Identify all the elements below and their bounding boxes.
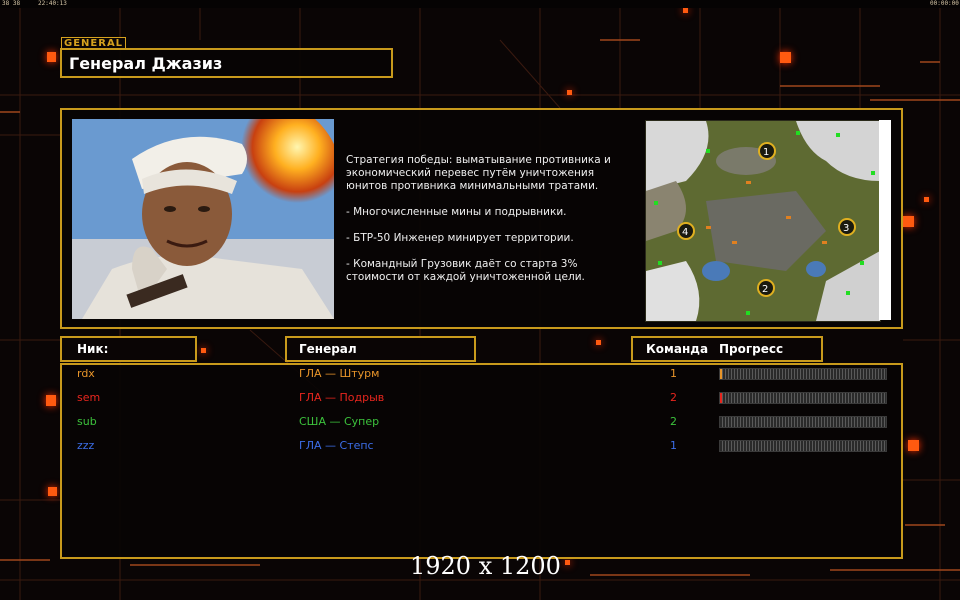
clock-right: 00:00:00 xyxy=(930,0,959,7)
player-progress-fill xyxy=(720,393,723,403)
glow-dot xyxy=(565,560,570,565)
player-nick: sub xyxy=(77,415,97,428)
glow-dot xyxy=(201,348,206,353)
resolution-label: 1920 x 1200 xyxy=(410,552,561,580)
fps-indicator: 38 38 xyxy=(2,0,21,7)
glow-dot xyxy=(596,340,601,345)
glow-dot xyxy=(683,8,688,13)
player-nick: rdx xyxy=(77,367,95,380)
player-progress-fill xyxy=(720,369,723,379)
header-team-label: Команда xyxy=(646,342,709,356)
general-title-box: Генерал Джазиз xyxy=(60,48,393,78)
player-general: ГЛА — Штурм xyxy=(299,367,380,380)
map-marker: 2 xyxy=(762,284,768,295)
minimap-scrollbar[interactable] xyxy=(879,120,891,320)
header-progress-label: Прогресс xyxy=(719,342,784,356)
description-bullet: - БТР-50 Инженер минирует территории. xyxy=(346,232,574,244)
general-title: Генерал Джазиз xyxy=(69,54,223,73)
header-team-progress: Команда Прогресс xyxy=(631,336,823,362)
map-marker: 3 xyxy=(843,223,849,234)
player-team: 1 xyxy=(670,439,677,452)
player-team: 2 xyxy=(670,391,677,404)
player-general: ГЛА — Степс xyxy=(299,439,374,452)
map-marker: 1 xyxy=(763,147,769,158)
player-progress-bar xyxy=(719,368,887,380)
minimap-image: 1 2 3 4 xyxy=(646,121,880,321)
map-marker: 4 xyxy=(682,227,688,238)
description-bullet: - Многочисленные мины и подрывники. xyxy=(346,206,567,218)
player-team: 1 xyxy=(670,367,677,380)
glow-dot xyxy=(903,216,914,227)
general-description: Стратегия победы: выматывание противника… xyxy=(346,154,630,297)
portrait-image xyxy=(72,119,334,319)
player-general: ГЛА — Подрыв xyxy=(299,391,385,404)
player-row[interactable]: rdx ГЛА — Штурм 1 xyxy=(0,365,960,389)
header-general: Генерал xyxy=(285,336,476,362)
general-portrait xyxy=(72,119,334,319)
player-nick: zzz xyxy=(77,439,95,452)
header-nick-label: Ник: xyxy=(77,342,109,356)
top-status-bar: 38 38 22:40:13 00:00:00 xyxy=(0,0,960,8)
description-bullet: - Командный Грузовик даёт со старта 3% с… xyxy=(346,258,585,283)
player-progress-bar xyxy=(719,440,887,452)
glow-dot xyxy=(567,90,572,95)
description-strategy: Стратегия победы: выматывание противника… xyxy=(346,154,611,192)
player-general: США — Супер xyxy=(299,415,380,428)
minimap[interactable]: 1 2 3 4 xyxy=(645,120,881,322)
glow-dot xyxy=(48,487,57,496)
player-row[interactable]: sub США — Супер 2 xyxy=(0,413,960,437)
glow-dot xyxy=(47,52,56,62)
player-row[interactable]: zzz ГЛА — Степс 1 xyxy=(0,437,960,461)
glow-dot xyxy=(924,197,929,202)
player-progress-bar xyxy=(719,392,887,404)
glow-dot xyxy=(780,52,791,63)
player-row[interactable]: sem ГЛА — Подрыв 2 xyxy=(0,389,960,413)
clock-left: 22:40:13 xyxy=(38,0,67,7)
player-team: 2 xyxy=(670,415,677,428)
header-general-label: Генерал xyxy=(299,342,357,356)
player-nick: sem xyxy=(77,391,101,404)
header-nick: Ник: xyxy=(60,336,197,362)
player-progress-bar xyxy=(719,416,887,428)
